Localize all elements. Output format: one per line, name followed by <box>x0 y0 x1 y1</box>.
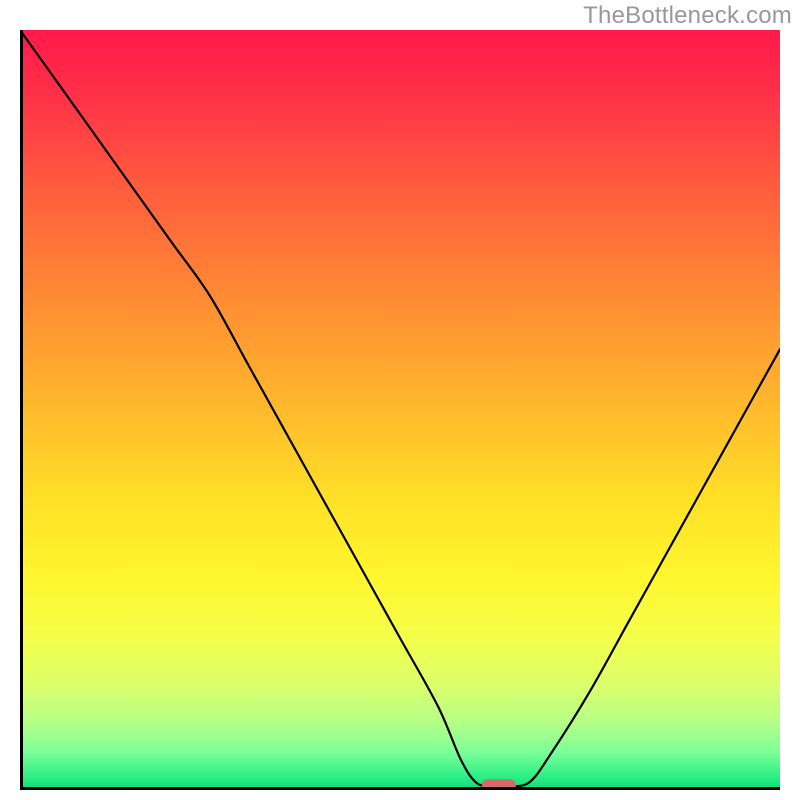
bottleneck-chart <box>20 30 780 790</box>
chart-svg <box>20 30 780 790</box>
gradient-background <box>20 30 780 790</box>
watermark-text: TheBottleneck.com <box>583 2 792 30</box>
chart-container: TheBottleneck.com <box>0 0 800 800</box>
